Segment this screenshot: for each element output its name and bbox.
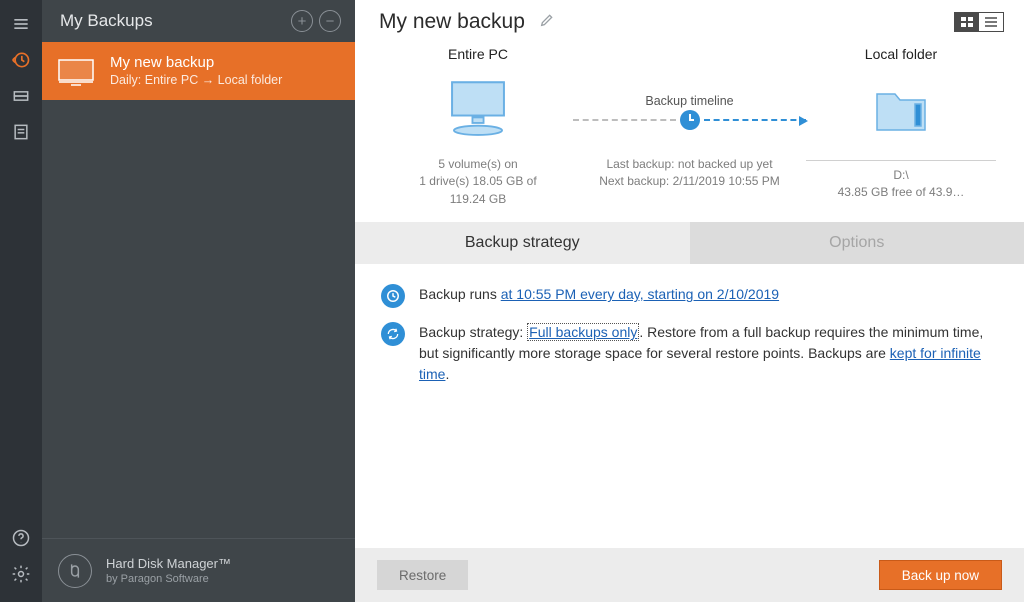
main-footer: Restore Back up now (355, 548, 1024, 602)
schedule-link[interactable]: at 10:55 PM every day, starting on 2/10/… (501, 286, 779, 302)
brand-byline: by Paragon Software (106, 573, 231, 585)
backup-item-desc: Daily: Entire PC → Local folder (110, 73, 282, 87)
add-backup-button[interactable]: + (291, 10, 313, 32)
strategy-row: Backup strategy: Full backups only. Rest… (381, 322, 998, 385)
backup-list-item[interactable]: My new backup Daily: Entire PC → Local f… (42, 42, 355, 100)
schedule-row: Backup runs at 10:55 PM every day, start… (381, 284, 998, 308)
tasks-icon[interactable] (0, 114, 42, 150)
source-info: 5 volume(s) on 1 drive(s) 18.05 GB of 11… (383, 156, 573, 208)
clock-icon (680, 110, 700, 130)
backup-item-name: My new backup (110, 54, 282, 71)
page-title: My new backup (379, 10, 525, 34)
restore-button[interactable]: Restore (377, 560, 468, 590)
source-title: Entire PC (383, 46, 573, 62)
left-panel-header: My Backups + − (42, 0, 355, 42)
left-panel-footer: Hard Disk Manager™ by Paragon Software (42, 538, 355, 602)
timeline-column: Backup timeline Last backup: not backed … (573, 46, 806, 208)
main-panel: My new backup Entire PC 5 volume(s) on 1… (355, 0, 1024, 602)
settings-icon[interactable] (0, 556, 42, 592)
backup-diagram: Entire PC 5 volume(s) on 1 drive(s) 18.0… (355, 38, 1024, 216)
recycle-icon (381, 322, 405, 346)
strategy-end: . (445, 366, 449, 382)
timeline-info: Last backup: not backed up yet Next back… (573, 156, 806, 191)
strategy-type-link[interactable]: Full backups only (527, 323, 639, 341)
iconbar (0, 0, 42, 602)
left-panel: My Backups + − My new backup Daily: Enti… (42, 0, 355, 602)
help-icon[interactable] (0, 520, 42, 556)
pc-icon (441, 73, 515, 147)
target-title: Local folder (806, 46, 996, 62)
strategy-prefix: Backup strategy: (419, 324, 527, 340)
brand-name: Hard Disk Manager™ (106, 556, 231, 571)
strategy-panel: Backup runs at 10:55 PM every day, start… (355, 264, 1024, 419)
target-info: D:\ 43.85 GB free of 43.9… (806, 160, 996, 202)
drive-icon[interactable] (0, 78, 42, 114)
folder-icon (871, 80, 931, 140)
monitor-icon (56, 58, 96, 88)
tab-strategy[interactable]: Backup strategy (355, 222, 690, 264)
backup-now-button[interactable]: Back up now (879, 560, 1002, 590)
remove-backup-button[interactable]: − (319, 10, 341, 32)
timeline-label: Backup timeline (573, 94, 806, 108)
view-list-icon[interactable] (979, 13, 1003, 31)
menu-icon[interactable] (0, 6, 42, 42)
view-cards-icon[interactable] (955, 13, 979, 31)
left-panel-title: My Backups (60, 11, 285, 31)
source-column: Entire PC 5 volume(s) on 1 drive(s) 18.0… (383, 46, 573, 208)
view-toggle[interactable] (954, 12, 1004, 32)
tabs: Backup strategy Options (355, 222, 1024, 264)
edit-title-icon[interactable] (539, 12, 555, 33)
target-column: Local folder D:\ 43.85 GB free of 43.9… (806, 46, 996, 208)
schedule-clock-icon (381, 284, 405, 308)
history-icon[interactable] (0, 42, 42, 78)
brand-logo-icon (58, 554, 92, 588)
main-header: My new backup (355, 0, 1024, 38)
tab-options[interactable]: Options (690, 222, 1024, 264)
schedule-prefix: Backup runs (419, 286, 501, 302)
